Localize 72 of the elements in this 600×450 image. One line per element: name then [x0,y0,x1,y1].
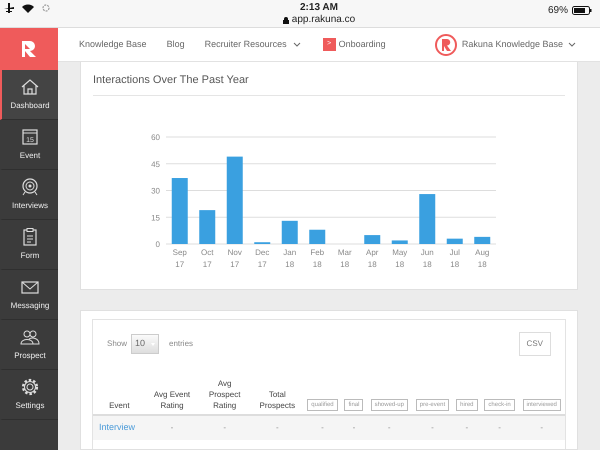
nav-link[interactable]: Recruiter Resources [204,38,301,52]
x-axis-label: Dec 17 [255,248,270,268]
table-cell: - [466,422,468,432]
battery-icon [572,6,592,15]
csv-button[interactable]: CSV [518,332,551,356]
logo-tile[interactable] [0,28,58,70]
table-cell: - [352,422,356,432]
y-tick-label: 0 [156,240,160,248]
sidebar-item[interactable]: Messaging [0,270,58,320]
loading-icon [42,4,50,12]
sidebar-item[interactable]: Form [0,220,58,270]
column-header: Avg Prospect Rating [208,378,242,411]
entries-label: entries [169,338,194,350]
bar [309,229,326,244]
column-header: Event [109,400,130,411]
y-tick-label: 15 [151,212,160,222]
avatar-logo-icon [434,34,457,56]
target-icon [20,177,40,197]
y-tick-label: 45 [151,159,160,168]
x-axis-label: Aug 18 [475,248,490,268]
bar [474,236,490,244]
battery-percentage: 69% [548,4,568,18]
chevron-down-icon [292,42,301,47]
x-axis-label: Jan 18 [283,248,296,268]
nav-label: Onboarding [338,38,386,51]
x-axis-label: Sep 17 [172,248,187,268]
column-header: Avg Event Rating [152,389,192,411]
table-cell: - [540,422,544,432]
house-icon [20,77,40,97]
bar [282,220,298,244]
sidebar-item[interactable]: Interviews [0,170,58,220]
x-axis-label: Jul 18 [450,248,460,268]
clock-time: 2:13 AM [300,2,338,14]
x-axis-label: Mar 18 [338,248,352,268]
table-cell: - [170,422,174,432]
nav-link[interactable]: Blog [166,38,185,52]
x-axis-label: May 18 [392,248,408,268]
bar [446,238,463,244]
x-axis-label: Apr 18 [366,248,378,268]
y-tick-label: 60 [151,132,160,142]
table-cell: - [498,422,501,432]
url-text: app.rakuna.co [292,14,356,26]
table-cell: - [223,422,226,432]
x-axis-label: Nov 17 [228,248,242,268]
bar [419,194,436,244]
page-size-select[interactable]: 10 [131,334,160,354]
x-axis-label: Jun 18 [420,248,434,268]
table-cell: - [388,422,391,432]
sidebar-item[interactable]: Dashboard [0,70,58,120]
account-menu[interactable]: Rakuna Knowledge Base [434,34,576,56]
table-cell: - [321,422,324,432]
bar [364,234,380,244]
gear-icon [20,377,40,397]
nav-label: Recruiter Resources [204,38,287,51]
x-axis-label: Feb 18 [310,248,324,268]
logo-icon [21,40,37,58]
wifi-icon [22,4,34,12]
table-cell: - [431,422,434,432]
chevron-down-icon [568,42,576,47]
chart-title: Interactions Over The Past Year [93,62,565,96]
table-cell: - [276,422,279,432]
sidebar-item[interactable]: Prospect [0,320,58,370]
show-label: Show [107,338,128,350]
lock-icon [282,16,289,24]
sidebar-item[interactable]: Settings [0,370,58,420]
bar [392,240,408,244]
bar [199,210,216,244]
x-axis-label: Oct 17 [201,248,214,268]
y-tick-label: 30 [151,186,160,195]
nav-link[interactable]: Knowledge Base [79,38,147,52]
bar [172,178,188,244]
column-header: Total Prospects [258,389,296,411]
